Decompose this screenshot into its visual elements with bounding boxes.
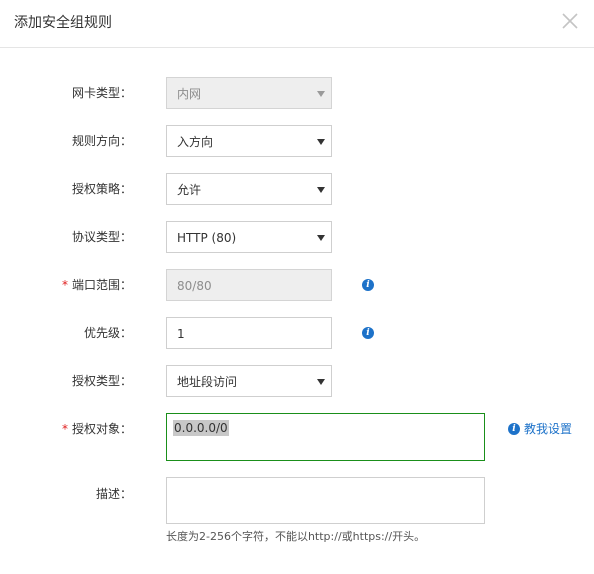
priority-value: 1	[177, 327, 185, 341]
required-mark: *	[61, 278, 68, 292]
nic-type-select[interactable]: 内网	[166, 77, 332, 109]
priority-label: 优先级：	[83, 326, 132, 340]
nic-type-label: 网卡类型：	[71, 86, 132, 100]
direction-select[interactable]: 入方向	[166, 125, 332, 157]
protocol-select[interactable]: HTTP (80)	[166, 221, 332, 253]
dialog-header: 添加安全组规则	[0, 0, 594, 48]
info-icon[interactable]: i	[362, 327, 374, 339]
auth-object-textarea[interactable]: 0.0.0.0/0	[166, 413, 485, 461]
description-hint: 长度为2-256个字符，不能以http://或https://开头。	[166, 530, 426, 543]
port-range-label: * 端口范围：	[61, 278, 132, 292]
direction-row: 规则方向： 入方向	[0, 125, 594, 157]
chevron-down-icon	[317, 139, 325, 145]
required-mark: *	[61, 422, 68, 436]
policy-label: 授权策略：	[71, 182, 132, 196]
priority-input[interactable]: 1	[166, 317, 332, 349]
auth-type-value: 地址段访问	[177, 375, 238, 389]
auth-type-select[interactable]: 地址段访问	[166, 365, 332, 397]
description-textarea[interactable]	[166, 477, 485, 524]
auth-object-value: 0.0.0.0/0	[173, 420, 229, 436]
add-security-group-rule-dialog: 添加安全组规则 网卡类型： 内网 规则方向： 入方向 授权策略： 允许 协议类型…	[0, 0, 594, 574]
chevron-down-icon	[317, 91, 325, 97]
close-icon[interactable]	[560, 10, 580, 32]
nic-type-row: 网卡类型： 内网	[0, 77, 594, 109]
dialog-title: 添加安全组规则	[14, 15, 112, 31]
help-link[interactable]: 教我设置	[524, 421, 572, 437]
protocol-value: HTTP (80)	[177, 231, 237, 245]
chevron-down-icon	[317, 187, 325, 193]
auth-type-row: 授权类型： 地址段访问	[0, 365, 594, 397]
priority-row: 优先级： 1 i	[0, 317, 594, 349]
port-range-input[interactable]: 80/80	[166, 269, 332, 301]
info-icon: i	[508, 423, 520, 435]
protocol-label: 协议类型：	[71, 230, 132, 244]
policy-value: 允许	[177, 183, 202, 197]
info-icon[interactable]: i	[362, 279, 374, 291]
direction-value: 入方向	[177, 135, 214, 149]
nic-type-value: 内网	[177, 87, 202, 101]
port-range-row: * 端口范围： 80/80 i	[0, 269, 594, 301]
policy-row: 授权策略： 允许	[0, 173, 594, 205]
protocol-row: 协议类型： HTTP (80)	[0, 221, 594, 253]
port-range-value: 80/80	[177, 279, 212, 293]
chevron-down-icon	[317, 379, 325, 385]
auth-object-label: * 授权对象：	[61, 422, 132, 436]
chevron-down-icon	[317, 235, 325, 241]
direction-label: 规则方向：	[71, 134, 132, 148]
description-label: 描述：	[95, 487, 132, 501]
policy-select[interactable]: 允许	[166, 173, 332, 205]
auth-type-label: 授权类型：	[71, 374, 132, 388]
